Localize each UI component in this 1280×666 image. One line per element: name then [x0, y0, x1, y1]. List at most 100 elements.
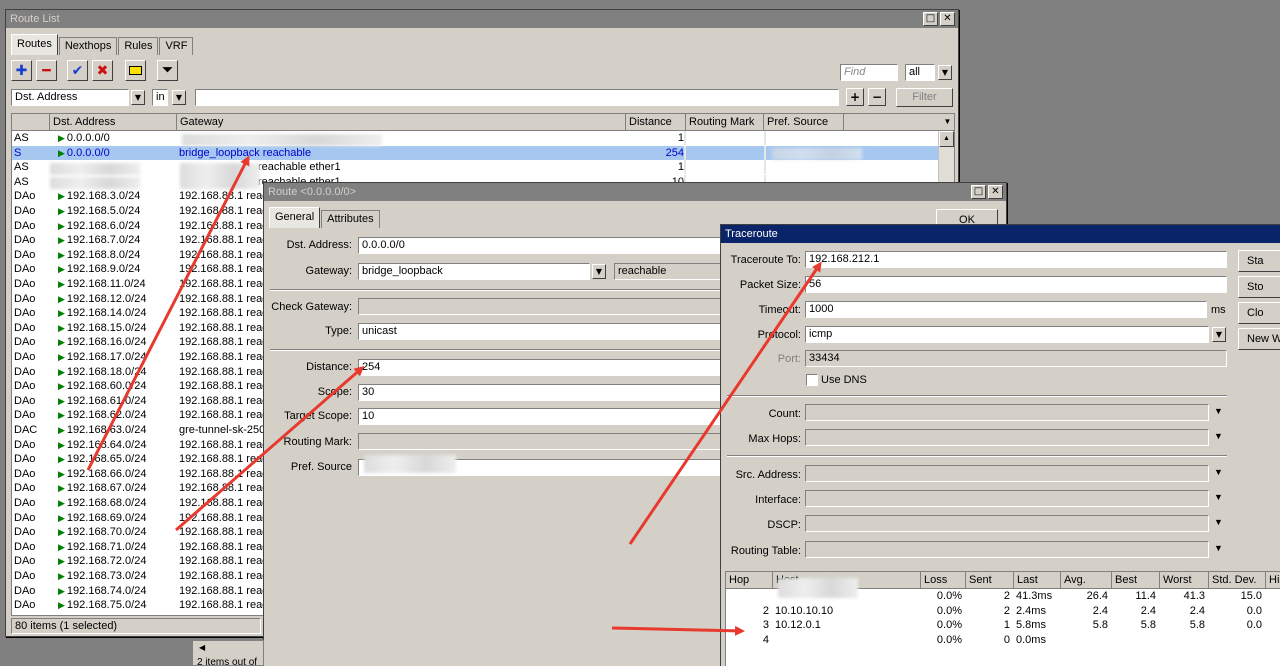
- tab-general[interactable]: General: [269, 207, 321, 228]
- route-dst-text: 192.168.15.0/24: [66, 321, 147, 334]
- routing-table-dropdown-icon[interactable]: ▼: [1214, 543, 1223, 553]
- interface-input[interactable]: [805, 490, 1209, 507]
- max-hops-label: Max Hops:: [748, 433, 801, 445]
- tab-rules[interactable]: Rules: [118, 37, 159, 55]
- trace-row[interactable]: 4 0.0% 0 0.0ms: [726, 633, 1280, 648]
- close-icon[interactable]: ✕: [940, 12, 955, 26]
- trace-row[interactable]: 2 10.10.10.10 0.0% 2 2.4ms 2.4 2.4 2.4 0.0: [726, 604, 1280, 619]
- route-active-icon: ▶: [58, 191, 65, 202]
- route-flags: DAo: [14, 453, 36, 466]
- route-dst-text: 192.168.14.0/24: [66, 307, 147, 320]
- route-flags: DAo: [14, 584, 36, 597]
- target-scope-input[interactable]: 10: [358, 408, 728, 425]
- comment-icon[interactable]: [125, 60, 146, 81]
- filter-field-select[interactable]: Dst. Address: [11, 89, 129, 106]
- route-flags: AS: [14, 132, 29, 144]
- distance-input[interactable]: 254: [358, 359, 728, 376]
- route-list-titlebar[interactable]: Route List: [6, 10, 958, 28]
- traceroute-results-table: Hop Host Loss Sent Last Avg. Best Worst …: [725, 571, 1280, 666]
- protocol-dropdown-icon[interactable]: ▼: [1212, 327, 1226, 342]
- col-gateway[interactable]: Gateway: [177, 114, 626, 131]
- gateway-input[interactable]: bridge_loopback: [358, 263, 590, 280]
- filter-remove-icon[interactable]: −: [868, 88, 886, 106]
- filter-op-select[interactable]: in: [152, 89, 168, 106]
- filter-value-input[interactable]: [195, 89, 839, 106]
- route-active-icon: ▶: [58, 468, 65, 479]
- col-loss[interactable]: Loss: [921, 572, 966, 589]
- traceroute-to-input[interactable]: 192.168.212.1: [805, 251, 1227, 268]
- col-distance[interactable]: Distance: [626, 114, 686, 131]
- table-row[interactable]: AS reachable ether1 1: [12, 160, 940, 175]
- route-flags: DAo: [14, 526, 36, 539]
- close-icon[interactable]: ✕: [988, 185, 1003, 199]
- timeout-input[interactable]: 1000: [805, 301, 1207, 318]
- table-row[interactable]: AS ▶ 0.0.0.0/0 1: [12, 131, 940, 146]
- interface-dropdown-icon[interactable]: ▼: [1214, 492, 1223, 502]
- col-routing-mark[interactable]: Routing Mark: [686, 114, 764, 131]
- new-window-button[interactable]: New W: [1238, 328, 1280, 350]
- col-dst-address[interactable]: Dst. Address: [50, 114, 177, 131]
- max-hops-dropdown-icon[interactable]: ▼: [1214, 431, 1223, 441]
- col-best[interactable]: Best: [1112, 572, 1160, 589]
- count-input[interactable]: [805, 404, 1209, 421]
- dscp-input[interactable]: [805, 515, 1209, 532]
- col-std-dev[interactable]: Std. Dev.: [1209, 572, 1266, 589]
- tab-routes[interactable]: Routes: [11, 34, 58, 55]
- route-flags: DAo: [14, 336, 36, 349]
- gateway-dropdown-icon[interactable]: ▼: [592, 264, 606, 279]
- col-worst[interactable]: Worst: [1160, 572, 1209, 589]
- route-titlebar[interactable]: Route <0.0.0.0/0>: [264, 183, 1006, 201]
- dscp-dropdown-icon[interactable]: ▼: [1214, 517, 1223, 527]
- traceroute-titlebar[interactable]: Traceroute: [721, 225, 1280, 243]
- maximize-icon[interactable]: □: [923, 12, 938, 26]
- filter-op-dropdown-icon[interactable]: ▼: [172, 90, 186, 105]
- col-sent[interactable]: Sent: [966, 572, 1014, 589]
- stop-button[interactable]: Sto: [1238, 276, 1280, 298]
- disable-icon[interactable]: ✖: [92, 60, 113, 81]
- col-avg[interactable]: Avg.: [1061, 572, 1112, 589]
- type-select[interactable]: unicast: [358, 323, 728, 340]
- maximize-icon[interactable]: □: [971, 185, 986, 199]
- col-pref-source[interactable]: Pref. Source: [764, 114, 844, 131]
- close-button[interactable]: Clo: [1238, 302, 1280, 324]
- column-menu-icon[interactable]: ▼: [940, 114, 954, 131]
- use-dns-checkbox[interactable]: [806, 374, 818, 386]
- scope-input[interactable]: 30: [358, 384, 728, 401]
- src-address-dropdown-icon[interactable]: ▼: [1214, 467, 1223, 477]
- col-extra: [844, 114, 944, 131]
- scroll-left-icon[interactable]: ◀: [199, 643, 205, 652]
- start-button[interactable]: Sta: [1238, 250, 1280, 272]
- packet-size-input[interactable]: 56: [805, 276, 1227, 293]
- tab-nexthops[interactable]: Nexthops: [58, 37, 118, 55]
- routing-mark-input[interactable]: [358, 433, 728, 450]
- routing-table-input[interactable]: [805, 541, 1209, 558]
- max-hops-input[interactable]: [805, 429, 1209, 446]
- route-dst-text: 192.168.62.0/24: [66, 409, 147, 422]
- blurred-pref-source: [772, 148, 862, 160]
- add-icon[interactable]: ✚: [11, 60, 32, 81]
- protocol-label: Protocol:: [757, 329, 801, 341]
- protocol-select[interactable]: icmp: [805, 326, 1209, 343]
- count-dropdown-icon[interactable]: ▼: [1214, 406, 1223, 416]
- col-last[interactable]: Last: [1014, 572, 1061, 589]
- filter-field-dropdown-icon[interactable]: ▼: [131, 90, 145, 105]
- remove-icon[interactable]: ━: [36, 60, 57, 81]
- filter-add-icon[interactable]: +: [846, 88, 864, 106]
- tab-attributes[interactable]: Attributes: [321, 210, 380, 228]
- col-histo[interactable]: Histo: [1266, 572, 1280, 589]
- col-hop[interactable]: Hop: [726, 572, 773, 589]
- enable-icon[interactable]: ✔: [67, 60, 88, 81]
- blurred-dst-1: [50, 163, 140, 175]
- route-active-icon: ▶: [58, 425, 65, 435]
- find-input[interactable]: Find: [840, 64, 898, 81]
- trace-row[interactable]: 3 10.12.0.1 0.0% 1 5.8ms 5.8 5.8 5.8 0.0: [726, 618, 1280, 633]
- col-flags[interactable]: [12, 114, 50, 131]
- filter-icon[interactable]: ⏷: [157, 60, 178, 81]
- tab-vrf[interactable]: VRF: [159, 37, 194, 55]
- check-gateway-input[interactable]: [358, 298, 728, 315]
- dst-address-input[interactable]: 0.0.0.0/0: [358, 237, 728, 254]
- filter-button[interactable]: Filter: [896, 88, 953, 107]
- src-address-input[interactable]: [805, 465, 1209, 482]
- find-scope-dropdown-icon[interactable]: ▼: [938, 65, 952, 80]
- find-scope-select[interactable]: all: [905, 64, 935, 81]
